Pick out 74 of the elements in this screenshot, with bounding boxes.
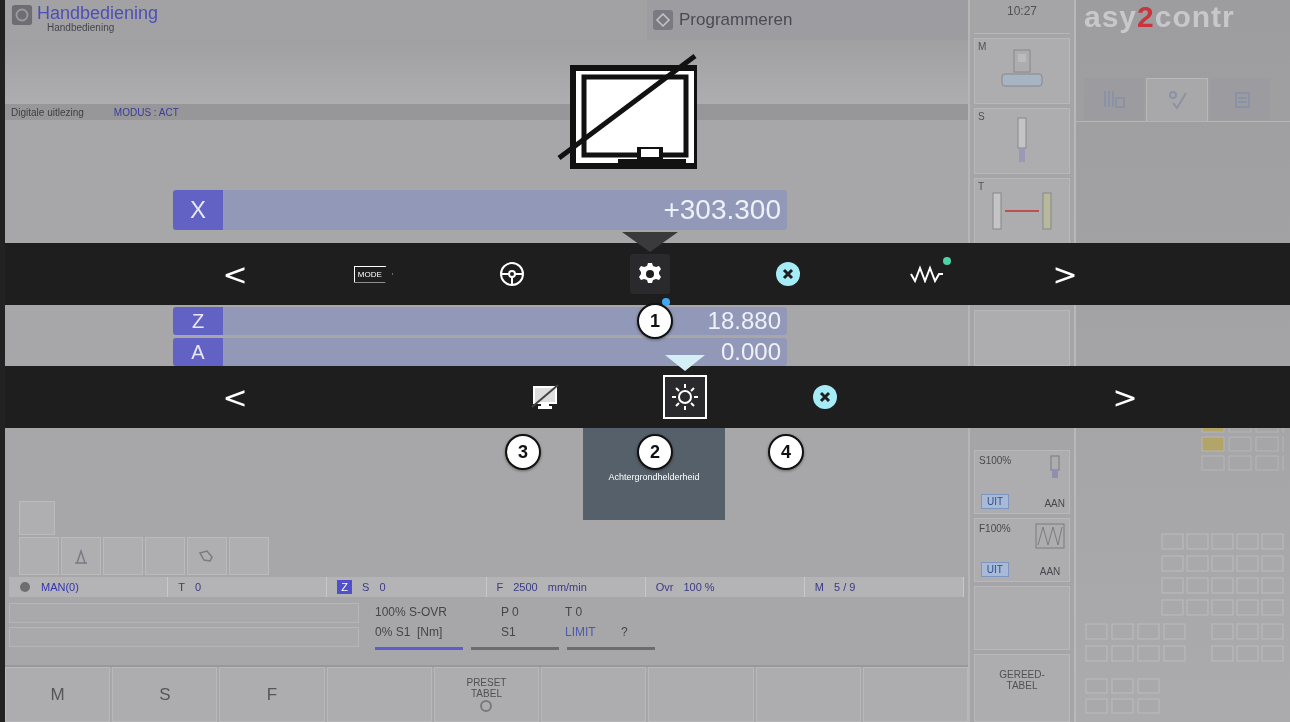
limit-link[interactable]: LIMIT [565,625,615,639]
info-text: S1 [501,625,517,639]
status-value: 0 [379,581,386,593]
status-value: 100 % [683,581,715,593]
softkey[interactable] [755,667,861,722]
info-text: 0% S1 [Nm] [375,625,444,639]
clock-text: 10:27 [974,0,1070,34]
machine-tile[interactable]: S [974,108,1070,174]
toolbar-button[interactable] [630,254,670,294]
callout-number: 4 [768,434,804,470]
programming-tab[interactable]: Programmeren [647,0,968,40]
status-value: 5 / 9 [834,581,856,593]
page-indicator[interactable] [567,647,655,650]
softkey[interactable] [862,667,968,722]
info-text: P 0 [501,605,520,619]
screen-title: Handbediening [37,4,159,22]
off-button[interactable]: UIT [980,562,1009,577]
mode-value: MAN(0) [41,581,79,593]
axis-value: +303.300 [223,190,787,230]
softkey[interactable] [541,667,647,722]
status-label: F [496,581,504,593]
mode-label: MODUS : ACT [113,106,179,118]
tool-button[interactable] [187,537,227,575]
breadcrumb: Handbediening [47,22,115,33]
unit-label: mm/min [547,581,587,593]
machine-tile[interactable]: M [974,38,1070,104]
off-button[interactable]: UIT [981,494,1010,509]
axis-label: Z [173,307,223,335]
zigzag-icon [909,265,944,283]
tool-table-button[interactable]: GEREED- TABEL [974,654,1070,722]
tool-button[interactable] [61,537,101,575]
info-text: ? [621,625,629,639]
panel-label: Digitale uitlezing [11,106,84,118]
axis-label: X [173,190,223,230]
target-icon [479,698,494,713]
status-label: T [178,581,185,593]
axis-tag: Z [337,580,353,594]
previous-button[interactable]: < [218,379,252,415]
machine-tile[interactable]: T [974,178,1070,244]
softkey[interactable] [648,667,754,722]
axis-label: A [173,338,223,366]
info-text: 100% S-OVR [375,605,449,619]
softkey[interactable]: S [112,667,218,722]
status-value: 2500 [513,581,538,593]
softkey[interactable]: M [5,667,111,722]
previous-button[interactable]: < [218,256,252,292]
override-tile[interactable]: F100% UIT AAN [974,518,1070,582]
toolbar-button[interactable] [663,375,707,419]
status-label: S [362,581,370,593]
brightness-icon [671,383,699,411]
axis-value: 0.000 [223,338,787,366]
close-icon [776,262,801,286]
softkey[interactable]: F [219,667,325,722]
monitor-off-icon [530,383,560,411]
softkey[interactable]: PRESET TABEL [433,667,540,722]
next-button[interactable]: > [1048,256,1082,292]
status-label: Ovr [655,581,674,593]
page-indicator[interactable] [375,647,463,650]
toolbar-button[interactable]: MODE [345,257,401,291]
override-tile[interactable]: S100% UIT AAN [974,450,1070,514]
info-text: T 0 [565,605,584,619]
softkey[interactable] [326,667,432,722]
close-icon [813,385,837,409]
status-label: M [814,581,825,593]
wave-icon [1035,523,1065,549]
callout-number: 3 [505,434,541,470]
callout-number: 1 [637,303,673,339]
next-button[interactable]: > [1108,379,1142,415]
status-value: 0 [194,581,202,593]
page-indicator[interactable] [471,647,559,650]
steering-wheel-icon [498,261,525,287]
panel-tab[interactable] [1146,78,1208,121]
diamond-icon [653,10,673,30]
settings-icon [638,262,662,286]
